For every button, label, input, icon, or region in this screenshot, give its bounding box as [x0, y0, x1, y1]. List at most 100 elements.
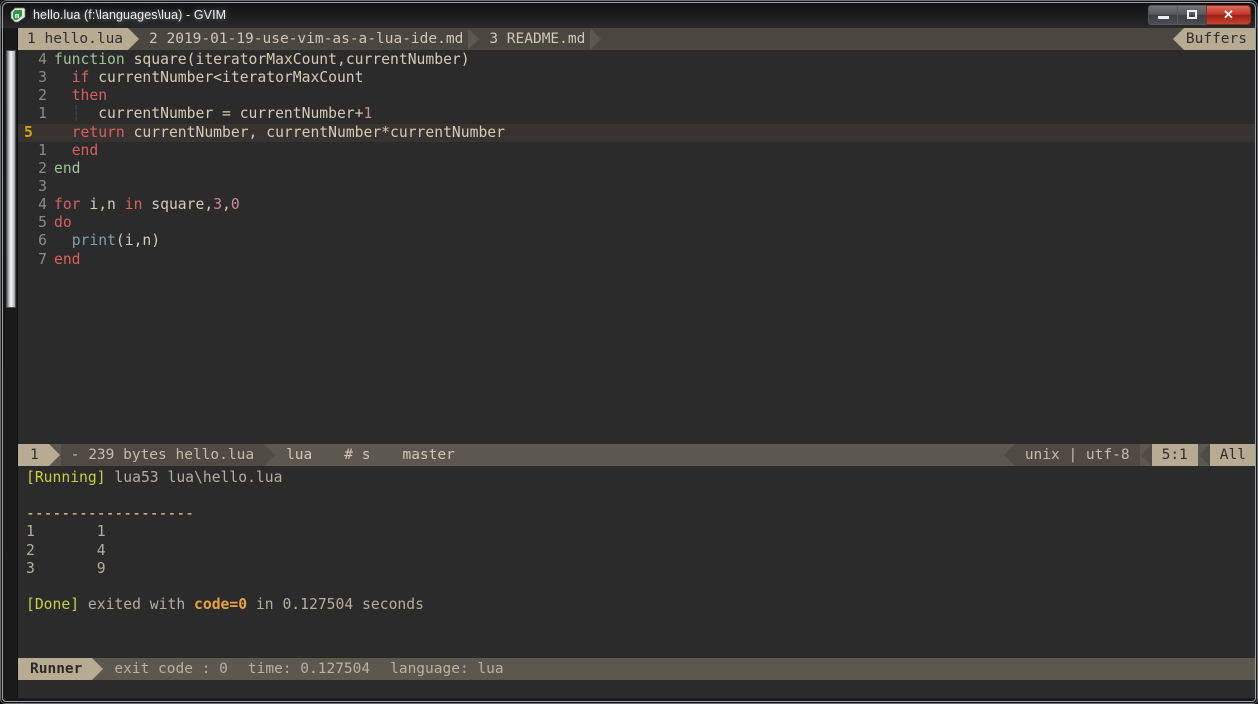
code-text: if currentNumber<iteratorMaxCount	[54, 69, 1256, 87]
close-button[interactable]: ✕	[1206, 4, 1251, 25]
status-separator-icon	[1003, 444, 1015, 466]
code-line[interactable]: 6 print(i,n)	[18, 232, 1256, 250]
tab-label: 1 hello.lua	[27, 31, 124, 47]
tab-label: 3 README.md	[489, 31, 586, 47]
code-text: end	[54, 142, 1256, 160]
status-separator-icon	[264, 444, 276, 466]
status-position: 5:1	[1151, 444, 1198, 466]
minimize-button[interactable]	[1148, 4, 1177, 25]
terminal-segment: 1 1	[26, 523, 106, 541]
status-spacer	[476, 444, 1003, 466]
status-file-info: - 239 bytes hello.lua	[60, 444, 265, 466]
status-separator-icon	[1198, 444, 1210, 466]
terminal-segment: [Running]	[26, 469, 106, 486]
terminal-line: -------------------	[26, 505, 1256, 523]
vertical-scrollbar[interactable]	[4, 28, 18, 702]
terminal-segment: in 0.127504 seconds	[247, 595, 424, 613]
runner-output-pane[interactable]: [Running] lua53 lua\hello.lua -----------…	[18, 466, 1256, 658]
code-token: then	[71, 87, 108, 105]
code-token: currentNumber = currentNumber+	[80, 105, 364, 123]
line-number: 1	[38, 105, 47, 123]
line-number: 1	[38, 141, 47, 159]
runner-statusline: Runner exit code : 0 time: 0.127504 lang…	[18, 658, 1256, 680]
tab-hello-lua[interactable]: 1 hello.lua	[18, 28, 129, 50]
code-editor-pane[interactable]: 4 function square(iteratorMaxCount,curren…	[18, 50, 1256, 444]
code-token: end	[54, 250, 81, 268]
status-diff: # s	[334, 444, 381, 466]
code-line[interactable]: 1 end	[18, 142, 1256, 160]
code-text: end	[54, 251, 1256, 269]
code-line[interactable]: 4 function square(iteratorMaxCount,curren…	[18, 51, 1256, 69]
scrollbar-thumb[interactable]	[6, 50, 16, 308]
tabline-filler	[602, 28, 1172, 50]
code-line[interactable]: 5 do	[18, 214, 1256, 232]
buffers-label[interactable]: Buffers	[1183, 28, 1256, 50]
line-number: 2	[38, 87, 47, 105]
code-text: end	[54, 160, 1256, 178]
terminal-line: 2 4	[26, 542, 1256, 560]
code-line[interactable]: 3 if currentNumber<iteratorMaxCount	[18, 69, 1256, 87]
line-number: 3	[38, 177, 47, 195]
code-line[interactable]: 5 return currentNumber, currentNumber*cu…	[18, 123, 1256, 142]
line-number: 4	[38, 196, 47, 214]
code-text: do	[54, 214, 1256, 232]
airline-statusline: 1 - 239 bytes hello.lua lua # s master u…	[18, 444, 1256, 466]
code-token: square,	[142, 196, 214, 214]
runner-spacer	[513, 658, 1256, 680]
runner-language: language: lua	[380, 658, 514, 680]
terminal-line: 3 9	[26, 560, 1256, 578]
window-title: hello.lua (f:\languages\lua) - GVIM	[33, 7, 227, 22]
maximize-icon	[1187, 10, 1197, 19]
code-text: print(i,n)	[54, 232, 1256, 250]
runner-title: Runner	[18, 658, 93, 680]
status-separator-icon	[322, 444, 334, 466]
code-token: 3	[213, 196, 223, 214]
code-token: end	[71, 141, 99, 159]
minimize-icon	[1157, 16, 1169, 19]
terminal-segment: code=0	[194, 595, 248, 613]
svg-text:m: m	[15, 12, 19, 20]
code-token: in	[124, 196, 143, 214]
code-token: for	[54, 196, 81, 214]
code-line[interactable]: 2 then	[18, 87, 1256, 105]
code-line[interactable]: 7 end	[18, 251, 1256, 269]
code-line[interactable]: 1 ┆ currentNumber = currentNumber+1	[18, 105, 1256, 123]
status-separator-icon	[464, 444, 477, 466]
maximize-button[interactable]	[1177, 4, 1206, 25]
status-mode: 1	[18, 444, 49, 466]
tab-separator-icon	[128, 28, 140, 50]
code-text: ┆ currentNumber = currentNumber+1	[54, 105, 1256, 123]
runner-separator-icon	[92, 658, 104, 680]
gvim-window: m hello.lua (f:\languages\lua) - GVIM ✕ …	[0, 0, 1258, 704]
code-token: do	[54, 214, 72, 232]
line-number: 5	[38, 214, 47, 232]
terminal-segment: exited with	[79, 595, 195, 613]
runner-time: time: 0.127504	[237, 658, 381, 680]
line-number: 6	[38, 232, 47, 250]
terminal-segment: lua53 lua\hello.lua	[105, 469, 283, 486]
code-text: return currentNumber, currentNumber*curr…	[54, 124, 1256, 142]
tab-blogpost-md[interactable]: 2 2019-01-19-use-vim-as-a-lua-ide.md	[140, 28, 469, 50]
line-number: 5	[24, 123, 33, 141]
buffer-tabline: 1 hello.lua 2 2019-01-19-use-vim-as-a-lu…	[18, 28, 1256, 50]
code-line[interactable]: 3	[18, 178, 1256, 196]
gvim-icon: m	[10, 7, 26, 23]
line-number: 7	[38, 250, 47, 268]
code-token: print	[71, 232, 116, 250]
code-line[interactable]: 4 for i,n in square,3,0	[18, 196, 1256, 214]
code-token: if	[71, 69, 90, 87]
status-percent: All	[1209, 444, 1256, 466]
code-token: square(iteratorMaxCount,currentNumber)	[133, 51, 470, 68]
code-line[interactable]: 2 end	[18, 160, 1256, 178]
code-text: for i,n in square,3,0	[54, 196, 1256, 214]
code-token: currentNumber<iteratorMaxCount	[89, 69, 364, 87]
tab-readme-md[interactable]: 3 README.md	[480, 28, 591, 50]
status-separator-icon	[380, 444, 392, 466]
